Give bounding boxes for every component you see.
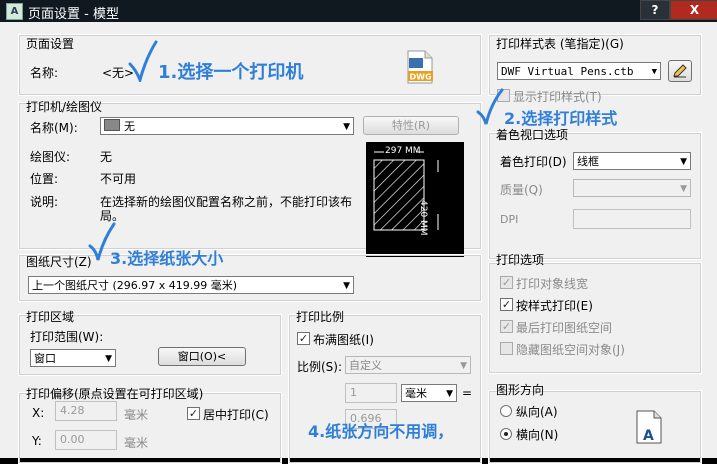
offset-y-label: Y: [32, 434, 42, 448]
plot-style-select[interactable]: DWF Virtual Pens.ctb ▼ [497, 62, 661, 80]
plot-paperspace-last-checkbox[interactable]: ✓ [500, 320, 513, 333]
plot-lineweights-label: 打印对象线宽 [516, 277, 589, 291]
window-pick-button[interactable]: 窗口(O)< [158, 347, 246, 366]
description-label: 说明: [30, 195, 59, 209]
fit-to-paper-label: 布满图纸(I) [313, 333, 374, 347]
paper-preview [366, 142, 464, 257]
equals-sign: = [462, 386, 473, 400]
plot-scale-label: 打印比例 [296, 310, 345, 324]
center-plot-checkbox[interactable]: ✓ [187, 407, 200, 420]
properties-button[interactable]: 特性(R) [363, 116, 459, 135]
plot-lineweights-checkbox[interactable]: ✓ [500, 276, 513, 289]
annotation-4: 4.纸张方向不用调， [308, 422, 454, 441]
dialog-body: 页面设置 名称: <无> DWG 打印机/绘图仪 名称(M): 无 ▼ 特性(R… [0, 22, 717, 464]
preview-width-label: 297 MM [385, 146, 421, 156]
offset-y-unit: 毫米 [124, 436, 149, 450]
location-label: 位置: [30, 172, 59, 186]
app-icon: A [6, 3, 23, 20]
pencil-icon [673, 64, 687, 78]
scale-unit-value: 毫米 [405, 387, 427, 400]
chevron-down-icon: ▼ [105, 354, 112, 364]
printer-icon [104, 119, 120, 131]
orientation-label: 图形方向 [496, 383, 545, 397]
plot-paperspace-last-label: 最后打印图纸空间 [516, 321, 613, 335]
plot-range-select[interactable]: 窗口 ▼ [30, 349, 116, 367]
shade-plot-label: 着色打印(D) [500, 155, 567, 169]
scale-unit-select[interactable]: 毫米 ▼ [401, 384, 457, 402]
paper-size-select[interactable]: 上一个图纸尺寸 (296.97 x 419.99 毫米) ▼ [28, 276, 354, 294]
page-setup-label: 页面设置 [26, 37, 75, 51]
description-line-1: 在选择新的绘图仪配置名称之前，不能打印该布 [100, 195, 353, 209]
chevron-down-icon: ▼ [680, 184, 687, 194]
plot-style-label: 打印样式表 (笔指定)(G) [496, 37, 624, 51]
dpi-label: DPI [500, 213, 519, 226]
plot-range-value: 窗口 [34, 352, 56, 365]
annotation-3: 3.选择纸张大小 [110, 249, 224, 268]
dwg-file-icon: DWG [405, 50, 435, 84]
plot-offset-label: 打印偏移(原点设置在可打印区域) [26, 387, 204, 401]
offset-x-label: X: [32, 406, 45, 420]
dpi-input[interactable] [573, 209, 691, 229]
plot-style-value: DWF Virtual Pens.ctb [501, 65, 634, 78]
paper-size-value: 上一个图纸尺寸 (296.97 x 419.99 毫米) [32, 279, 238, 292]
scale-value: 自定义 [349, 359, 382, 372]
shade-plot-select[interactable]: 线框 ▼ [573, 152, 691, 170]
plotter-value: 无 [100, 150, 113, 164]
plotter-label: 绘图仪: [30, 150, 71, 164]
printer-name-label: 名称(M): [30, 121, 78, 135]
chevron-down-icon: ▼ [343, 281, 350, 291]
page-setup-name-label: 名称: [30, 66, 59, 80]
chevron-down-icon: ▼ [343, 122, 350, 132]
portrait-radio[interactable] [500, 405, 512, 417]
portrait-label: 纵向(A) [516, 405, 558, 419]
chevron-down-icon: ▼ [446, 389, 453, 399]
offset-x-unit: 毫米 [124, 408, 149, 422]
plot-area-label: 打印区域 [26, 310, 75, 324]
chevron-down-icon: ▼ [460, 361, 467, 371]
svg-text:DWG: DWG [409, 73, 431, 82]
quality-label: 质量(Q) [500, 183, 543, 197]
annotation-1: 1.选择一个打印机 [158, 62, 304, 83]
shade-plot-value: 线框 [577, 155, 599, 168]
chevron-down-icon: ▼ [680, 157, 687, 167]
location-value: 不可用 [100, 172, 137, 186]
checkmark-annotation-1 [128, 40, 158, 82]
edit-plot-style-button[interactable] [668, 60, 692, 82]
scale-select[interactable]: 自定义 ▼ [345, 356, 471, 374]
plot-with-styles-checkbox[interactable]: ✓ [500, 298, 513, 311]
chevron-down-icon: ▼ [651, 67, 657, 77]
show-plot-styles-label: 显示打印样式(T) [513, 90, 602, 104]
help-button[interactable]: ? [640, 0, 670, 20]
scale-label: 比例(S): [297, 360, 343, 374]
radio-selected-dot [504, 432, 508, 436]
checkmark-annotation-2 [476, 88, 504, 125]
offset-y-input[interactable]: 0.00 [55, 430, 117, 450]
printer-name-select[interactable]: 无 ▼ [100, 117, 354, 135]
window-title: 页面设置 - 模型 [28, 7, 119, 22]
plot-range-label: 打印范围(W): [30, 330, 104, 344]
hide-paperspace-objects-checkbox[interactable] [500, 342, 513, 355]
preview-height-label: 420 MM [418, 200, 428, 236]
fit-to-paper-checkbox[interactable]: ✓ [297, 332, 310, 345]
quality-select[interactable]: ▼ [573, 179, 691, 197]
close-button[interactable]: X [670, 0, 717, 20]
center-plot-label: 居中打印(C) [203, 408, 269, 422]
hide-paperspace-objects-label: 隐藏图纸空间对象(J) [516, 343, 625, 357]
scale-numerator-input[interactable]: 1 [345, 383, 397, 403]
plot-options-label: 打印选项 [496, 253, 545, 267]
landscape-label: 横向(N) [516, 428, 559, 442]
orientation-icon-letter: A [643, 428, 654, 444]
plot-with-styles-label: 按样式打印(E) [516, 299, 593, 313]
printer-section-label: 打印机/绘图仪 [26, 100, 103, 114]
printer-name-value: 无 [124, 120, 135, 133]
paper-size-label: 图纸尺寸(Z) [26, 255, 92, 269]
landscape-radio[interactable] [500, 428, 512, 440]
offset-x-input[interactable]: 4.28 [55, 401, 117, 421]
annotation-2: 2.选择打印样式 [504, 109, 618, 128]
